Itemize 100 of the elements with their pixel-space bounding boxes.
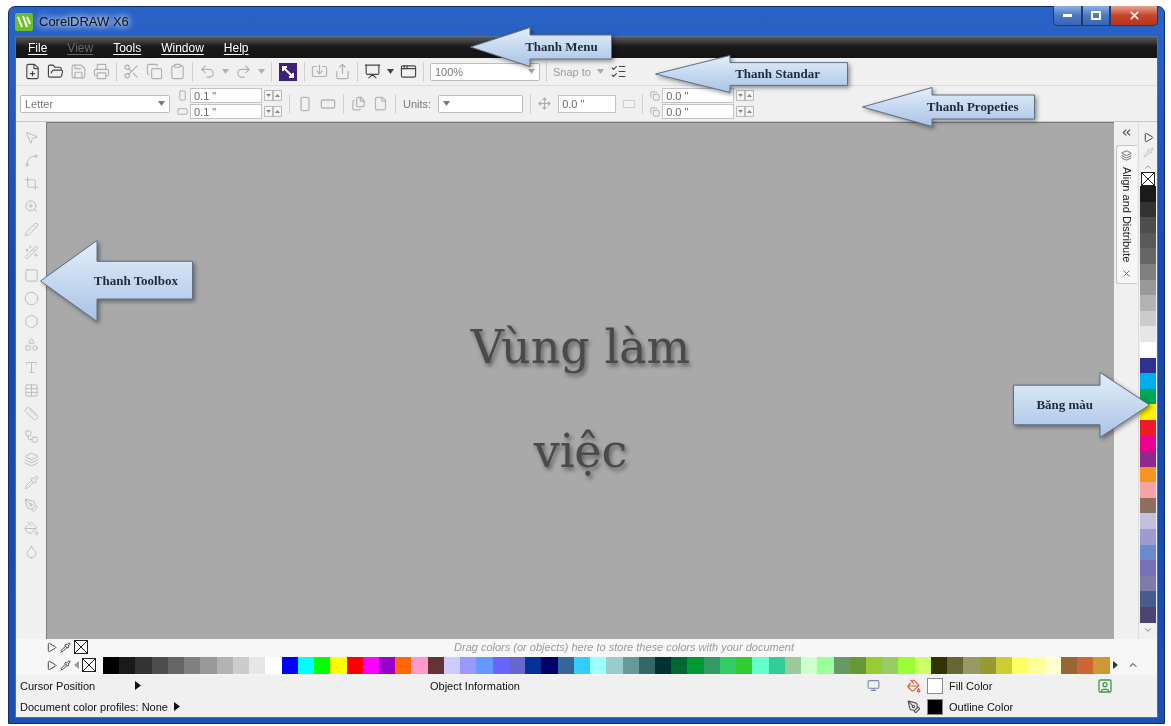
color-swatch[interactable] [866, 656, 883, 674]
paint-bucket-icon [907, 678, 921, 693]
spin-arrows-icon[interactable] [736, 106, 755, 117]
all-pages-icon[interactable] [351, 96, 366, 111]
paper-size-dropdown[interactable]: Letter [20, 94, 170, 113]
spin-arrows-icon[interactable] [736, 90, 755, 101]
play-icon[interactable] [46, 641, 57, 653]
object-information-label: Object Information [430, 679, 521, 692]
scroll-right-icon[interactable] [1113, 661, 1118, 669]
color-swatch[interactable] [314, 656, 331, 674]
color-swatch[interactable] [1140, 560, 1156, 576]
scroll-up-icon[interactable] [1143, 162, 1153, 172]
color-swatch[interactable] [1140, 591, 1156, 608]
color-swatch[interactable] [1140, 451, 1156, 467]
no-color-icon[interactable] [1141, 172, 1155, 186]
close-button[interactable] [1110, 6, 1158, 26]
color-swatch[interactable] [1093, 656, 1110, 674]
color-swatch[interactable] [249, 656, 266, 674]
expand-arrow-icon[interactable] [135, 681, 142, 690]
page-size-field[interactable]: 0.1 " [190, 88, 262, 103]
current-page-icon[interactable] [373, 96, 388, 111]
color-swatch[interactable] [801, 656, 818, 674]
window-title: CorelDRAW X6 [39, 14, 129, 29]
color-swatch[interactable] [330, 656, 347, 674]
color-swatch[interactable] [687, 656, 704, 674]
color-swatch[interactable] [525, 656, 542, 674]
launcher-icon[interactable] [278, 61, 298, 82]
presentation-icon[interactable] [364, 63, 381, 80]
portrait-icon[interactable] [297, 95, 313, 112]
color-swatch[interactable] [103, 656, 120, 674]
menu-item[interactable]: Tools [113, 40, 142, 55]
cursor-position-label: Cursor Position [20, 679, 96, 692]
color-swatch[interactable] [1028, 656, 1045, 674]
color-swatch[interactable] [1140, 295, 1156, 311]
caret-icon[interactable] [443, 101, 451, 106]
color-swatch[interactable] [947, 656, 964, 674]
color-swatch[interactable] [1140, 607, 1156, 623]
folder-icon[interactable] [47, 63, 64, 80]
color-swatch[interactable] [817, 656, 834, 674]
color-swatch[interactable] [752, 656, 769, 674]
color-swatch[interactable] [1140, 186, 1156, 202]
caret-icon[interactable] [387, 69, 394, 74]
page-size-field[interactable]: 0.1 " [190, 104, 262, 119]
color-swatch[interactable] [1140, 482, 1156, 498]
checklist-icon[interactable] [609, 63, 627, 80]
eyedropper-icon[interactable] [60, 659, 71, 671]
menu-item[interactable]: Help [223, 40, 249, 55]
color-swatch[interactable] [736, 656, 753, 674]
color-swatch[interactable] [606, 656, 623, 674]
color-swatch[interactable] [1140, 248, 1156, 264]
color-swatch[interactable] [265, 656, 282, 674]
color-swatch[interactable] [590, 656, 607, 674]
menu-item[interactable]: File [28, 40, 48, 55]
spin-arrows-icon[interactable] [264, 106, 282, 117]
spin-arrows-icon[interactable] [264, 90, 282, 101]
eyedropper-icon[interactable] [60, 641, 71, 653]
play-icon[interactable] [1142, 132, 1154, 143]
color-swatch[interactable] [395, 656, 412, 674]
monitor-icon[interactable] [867, 679, 880, 692]
no-color-icon[interactable] [82, 658, 96, 672]
color-swatch[interactable] [119, 656, 136, 674]
no-color-icon[interactable] [74, 640, 88, 654]
color-swatch[interactable] [460, 656, 477, 674]
duplicate-offset-icon [650, 106, 661, 117]
color-swatch[interactable] [1140, 373, 1156, 389]
callout-label: Thanh Menu [524, 39, 599, 55]
color-swatch[interactable] [1140, 529, 1156, 545]
play-icon[interactable] [46, 659, 57, 671]
expand-arrow-icon[interactable] [173, 702, 180, 711]
nudge-field[interactable]: 0.0 " [558, 94, 617, 113]
duplicate-distance-field[interactable]: 0.0 " [662, 88, 735, 103]
menu-item[interactable]: Window [161, 40, 204, 55]
minimize-button[interactable] [1053, 6, 1082, 26]
color-swatch[interactable] [135, 656, 152, 674]
user-icon[interactable] [1097, 677, 1113, 694]
color-swatch[interactable] [1140, 326, 1156, 342]
caret-icon[interactable] [158, 101, 165, 106]
color-swatch[interactable] [898, 656, 915, 674]
color-swatch[interactable] [476, 656, 493, 674]
color-swatch[interactable] [411, 656, 428, 674]
color-swatch[interactable] [882, 656, 899, 674]
color-swatch[interactable] [541, 656, 558, 674]
color-swatch[interactable] [1077, 656, 1094, 674]
close-icon[interactable] [1121, 268, 1132, 280]
color-swatch[interactable] [671, 656, 688, 674]
color-swatch[interactable] [200, 656, 217, 674]
duplicate-distance-field[interactable]: 0.0 " [662, 104, 735, 119]
color-swatch[interactable] [184, 656, 201, 674]
color-swatch[interactable] [1012, 656, 1029, 674]
maximize-button[interactable] [1082, 6, 1110, 26]
height-icon [177, 106, 188, 117]
docker-tab[interactable]: Align and Distribute [1115, 145, 1137, 285]
color-swatch[interactable] [1140, 513, 1156, 530]
new-file-icon[interactable] [24, 63, 41, 80]
callout-label: Thanh Propeties [925, 99, 1020, 115]
scroll-left-icon[interactable] [74, 661, 79, 669]
units-dropdown[interactable] [438, 94, 524, 113]
window-icon[interactable] [400, 63, 417, 80]
color-swatch[interactable] [1140, 217, 1156, 233]
color-swatch[interactable] [963, 656, 980, 674]
